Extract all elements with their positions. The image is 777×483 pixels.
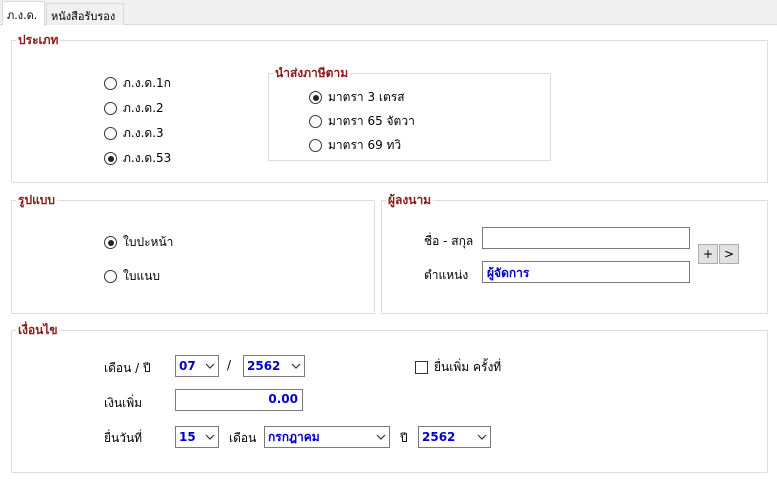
radio-section-69-thawi[interactable]: มาตรา 69 ทวิ — [309, 136, 401, 155]
radio-label: ภ.ง.ด.3 — [123, 126, 164, 140]
radio-label: มาตรา 3 เตรส — [328, 90, 405, 104]
next-signer-button[interactable]: > — [719, 244, 739, 264]
radio-label: ใบปะหน้า — [123, 235, 174, 249]
radio-label: ภ.ง.ด.53 — [123, 151, 172, 165]
radio-label: ใบแนบ — [123, 269, 161, 283]
filing-year-value: 2562 — [422, 430, 456, 444]
conditions-group-legend: เงื่อนไข — [18, 323, 58, 337]
radio-indicator — [309, 91, 322, 104]
type-group-legend: ประเภท — [18, 33, 59, 47]
radio-label: ภ.ง.ด.2 — [123, 101, 164, 115]
radio-indicator — [309, 139, 322, 152]
tab-pngd[interactable]: ภ.ง.ด. — [2, 1, 45, 26]
chevron-down-icon — [288, 356, 304, 376]
filing-day-select[interactable]: 15 — [175, 426, 219, 448]
filing-month-value: กรกฎาคม — [268, 429, 320, 444]
radio-pngd-2[interactable]: ภ.ง.ด.2 — [104, 99, 164, 118]
filing-year-select[interactable]: 2562 — [418, 426, 491, 448]
radio-section-65-jattawa[interactable]: มาตรา 65 จัตวา — [309, 112, 415, 131]
radio-pngd-3[interactable]: ภ.ง.ด.3 — [104, 124, 164, 143]
filing-date-label: ยื่นวันที่ — [104, 431, 143, 445]
chevron-down-icon — [474, 427, 490, 447]
radio-label: มาตรา 69 ทวิ — [328, 138, 402, 152]
radio-label: ภ.ง.ด.1ก — [123, 76, 171, 90]
tab-content: ประเภท ภ.ง.ด.1ก ภ.ง.ด.2 ภ.ง.ด.3 ภ.ง.ด.53… — [0, 25, 777, 483]
signer-name-input[interactable] — [482, 227, 690, 249]
radio-pngd-53[interactable]: ภ.ง.ด.53 — [104, 149, 171, 168]
filing-month-select[interactable]: กรกฎาคม — [264, 426, 390, 448]
month-year-separator: / — [227, 358, 232, 372]
filing-day-value: 15 — [179, 430, 196, 444]
year-select-value: 2562 — [247, 359, 281, 373]
radio-indicator — [104, 102, 117, 115]
tab-certificate[interactable]: หนังสือรับรอง — [46, 3, 124, 25]
filing-month-label: เดือน — [229, 431, 257, 445]
radio-indicator — [104, 77, 117, 90]
chevron-down-icon — [202, 427, 218, 447]
signer-position-input[interactable]: ผู้จัดการ — [482, 261, 690, 283]
checkbox-indicator — [415, 361, 428, 374]
radio-indicator — [104, 236, 117, 249]
format-group-legend: รูปแบบ — [18, 193, 56, 207]
additional-filing-checkbox[interactable]: ยื่นเพิ่ม ครั้งที่ — [415, 358, 501, 377]
radio-attachment[interactable]: ใบแนบ — [104, 267, 160, 286]
chevron-down-icon — [373, 427, 389, 447]
radio-indicator — [104, 152, 117, 165]
signer-position-label: ตำแหน่ง — [424, 268, 469, 282]
surcharge-input[interactable]: 0.00 — [175, 389, 303, 411]
submit-section-legend: นำส่งภาษีตาม — [275, 66, 349, 80]
radio-indicator — [104, 127, 117, 140]
surcharge-label: เงินเพิ่ม — [104, 396, 143, 410]
filing-year-label: ปี — [400, 431, 408, 445]
month-select-value: 07 — [179, 359, 196, 373]
radio-section-3-tres[interactable]: มาตรา 3 เตรส — [309, 88, 405, 107]
year-select[interactable]: 2562 — [243, 355, 305, 377]
signer-name-label: ชื่อ - สกุล — [424, 234, 474, 248]
add-signer-button[interactable]: + — [698, 244, 718, 264]
format-group: รูปแบบ — [11, 191, 375, 314]
chevron-down-icon — [202, 356, 218, 376]
radio-indicator — [104, 270, 117, 283]
tab-bar: ภ.ง.ด. หนังสือรับรอง — [0, 0, 777, 26]
radio-pngd-1k[interactable]: ภ.ง.ด.1ก — [104, 74, 171, 93]
additional-filing-label: ยื่นเพิ่ม ครั้งที่ — [434, 360, 502, 374]
month-select[interactable]: 07 — [175, 355, 219, 377]
month-year-label: เดือน / ปี — [104, 361, 151, 375]
radio-label: มาตรา 65 จัตวา — [328, 114, 415, 128]
signer-group-legend: ผู้ลงนาม — [388, 193, 432, 207]
radio-indicator — [309, 115, 322, 128]
radio-cover-sheet[interactable]: ใบปะหน้า — [104, 233, 173, 252]
